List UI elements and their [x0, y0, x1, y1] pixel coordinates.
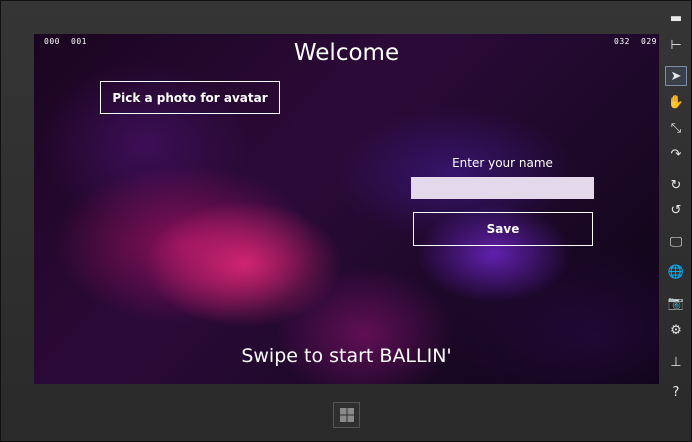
hand-icon[interactable]: ✋	[665, 92, 687, 112]
save-button[interactable]: Save	[413, 212, 593, 246]
network-icon[interactable]: ⊥	[665, 352, 687, 372]
camera-icon[interactable]: 📷	[665, 293, 687, 313]
pinch-icon[interactable]: ⤡	[665, 118, 687, 138]
settings-icon[interactable]: ⚙	[665, 320, 687, 340]
page-title: Welcome	[293, 40, 400, 66]
rotate-gesture-icon[interactable]: ↷	[665, 144, 687, 164]
rotate-clockwise-icon[interactable]: ↻	[665, 175, 687, 195]
help-icon[interactable]: ?	[665, 382, 687, 402]
rotate-counterclockwise-icon[interactable]: ↺	[665, 200, 687, 220]
windows-button[interactable]	[333, 402, 360, 428]
pick-avatar-button[interactable]: Pick a photo for avatar	[100, 81, 280, 114]
name-label: Enter your name	[452, 156, 553, 170]
swipe-instruction: Swipe to start BALLIN'	[241, 345, 452, 367]
pin-icon[interactable]: ⊢	[665, 35, 687, 55]
pointer-icon[interactable]: ➤	[665, 66, 687, 86]
windows-logo-icon	[339, 408, 354, 422]
app-screen[interactable]: 000 001 032 029 Welcome Pick a photo for…	[34, 34, 659, 384]
simulator-toolbar: ▬ ⊢ ➤ ✋ ⤡ ↷ ↻ ↺ 🖵 🌐 📷 ⚙ ⊥ ?	[662, 4, 690, 404]
location-icon[interactable]: 🌐	[665, 262, 687, 282]
minimize-icon[interactable]: ▬	[665, 8, 687, 28]
resolution-icon[interactable]: 🖵	[665, 232, 687, 252]
name-input[interactable]	[411, 177, 594, 199]
